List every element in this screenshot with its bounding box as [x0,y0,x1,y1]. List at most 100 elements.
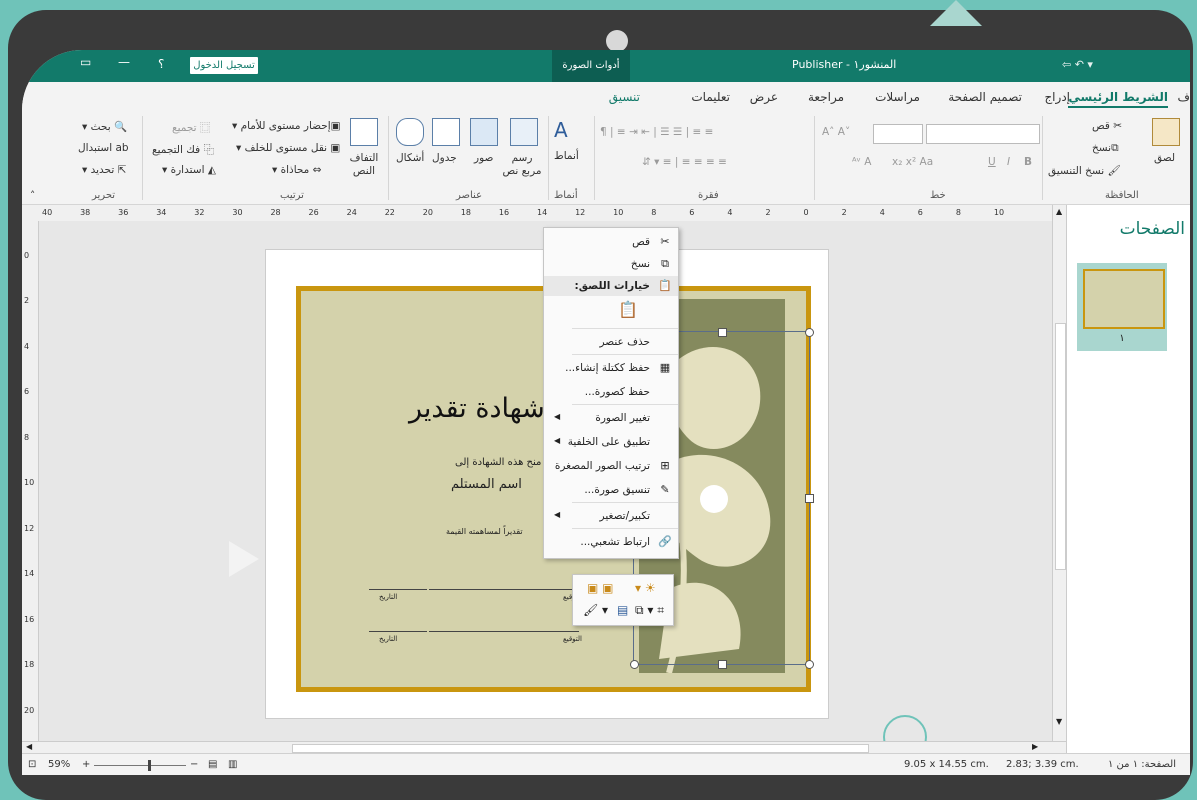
wrap-text-icon[interactable] [350,118,378,146]
underline-button[interactable]: U [988,156,996,168]
cut-button[interactable]: ✂ قص [1092,120,1122,132]
resize-handle[interactable] [630,660,639,669]
decorative-play-shape [229,541,259,577]
table-button[interactable]: جدول [432,152,457,164]
zoom-level[interactable]: 59% [48,759,70,770]
pictures-icon[interactable] [470,118,498,146]
paste-button[interactable]: لصق [1154,152,1175,164]
menu-item-save-building-block[interactable]: ▦ حفظ ككتلة إنشاء... [544,358,678,378]
bring-forward-icon[interactable]: ▣ ▣ [587,581,614,595]
paragraph-top-icons[interactable]: ¶ | ≡ ⇥ ⇤ | ☰ ☰ | ≡ ≡ [600,126,714,138]
copy-button[interactable]: ⧉نسخ [1092,142,1119,155]
tab-page-design[interactable]: تصميم الصفحة [948,90,1022,104]
italic-button[interactable]: I [1007,156,1010,168]
tab-mailings[interactable]: مراسلات [875,90,920,104]
table-icon[interactable] [432,118,460,146]
find-button[interactable]: 🔍 بحث ▾ [82,120,127,133]
tab-review[interactable]: مراجعة [808,90,844,104]
shapes-icon[interactable] [396,118,424,146]
tab-insert[interactable]: إدراج [1044,90,1070,104]
menu-item-hyperlink[interactable]: 🔗 ارتباط تشعبي... [544,532,678,552]
menu-item-zoom[interactable]: تكبير/تصغير ◀ [544,506,678,526]
menu-paste-options-label: خيارات اللصق: [574,280,650,292]
styles-button[interactable]: أنماط [554,150,579,162]
menu-item-apply-background[interactable]: تطبيق على الخلفية ◀ [544,432,678,452]
tab-help[interactable]: تعليمات [691,90,730,104]
resize-handle[interactable] [718,660,727,669]
resize-handle[interactable] [718,328,727,337]
scroll-right-icon[interactable]: ▶ [1032,742,1038,751]
certificate-line-1[interactable]: تم منح هذه الشهادة إلى [455,457,554,468]
send-backward-button[interactable]: ▣ نقل مستوى للخلف ▾ [236,142,340,154]
tab-view[interactable]: عرض [750,90,778,104]
quick-access-toolbar[interactable]: ⇦ ↶ ▾ [1062,58,1093,71]
ruler-tick: 10 [993,208,1005,217]
brightness-icon[interactable]: ▾ ☀ [635,581,656,595]
rotate-button[interactable]: ◭ استدارة ▾ [162,164,216,176]
select-button[interactable]: ⇱ تحديد ▾ [82,164,126,176]
shapes-button[interactable]: أشكال [396,152,424,164]
scroll-down-icon[interactable]: ▼ [1056,717,1062,726]
zoom-out-icon[interactable]: − [190,759,198,770]
menu-item-delete[interactable]: حذف عنصر [544,332,678,352]
styles-icon[interactable]: A [554,118,568,142]
scroll-up-icon[interactable]: ▲ [1056,207,1062,216]
single-page-view-icon[interactable]: ▤ [208,759,217,770]
zoom-slider[interactable] [94,765,186,766]
wrap-text-button[interactable]: التفاف النص [344,152,384,178]
tab-format[interactable]: تنسيق [609,90,640,104]
certificate-title[interactable]: شهادة تقدير [409,393,545,424]
menu-item-arrange-thumbnails[interactable]: ⊞ ترتيب الصور المصغرة [544,456,678,476]
scroll-left-icon[interactable]: ◀ [26,742,32,751]
resize-handle[interactable] [805,328,814,337]
ungroup-button[interactable]: ⿻ فك التجميع [152,142,214,157]
page-thumbnail[interactable]: ١ [1077,263,1167,351]
bold-button[interactable]: B [1024,156,1032,168]
resize-handle[interactable] [805,660,814,669]
align-button[interactable]: ⇔ محاذاة ▾ [272,164,321,176]
recolor-icon[interactable]: 🖌 ▾ [583,603,608,617]
vertical-scrollbar[interactable]: ▲ ▼ [1052,205,1067,741]
certificate-recipient[interactable]: اسم المستلم [451,477,522,492]
wrap-icon[interactable]: ▤ [617,603,628,617]
text-box-button[interactable]: رسم مربع نص [502,152,542,178]
bring-forward-button[interactable]: ▣إحضار مستوى للأمام ▾ [232,120,341,132]
minimize-button[interactable]: — [118,55,130,69]
resize-handle[interactable] [805,494,814,503]
fit-page-icon[interactable]: ⊡ [28,759,36,770]
menu-item-save-as-picture[interactable]: حفظ كصورة... [544,382,678,402]
paste-icon[interactable] [1152,118,1180,146]
menu-item-cut[interactable]: ✂ قص [544,232,678,252]
horizontal-scroll-thumb[interactable] [292,744,869,753]
sign-in-button[interactable]: تسجيل الدخول [190,57,258,74]
vertical-scroll-thumb[interactable] [1055,323,1066,570]
tab-home[interactable]: الشريط الرئيسي [1068,90,1168,108]
certificate-line-3[interactable]: تقديراً لمساهمته القيمة [446,527,523,536]
font-size-box[interactable] [873,124,923,144]
zoom-slider-knob[interactable] [148,760,151,771]
zoom-in-icon[interactable]: + [82,759,90,770]
tab-file[interactable]: ف [1178,90,1190,104]
menu-item-paste-keep[interactable]: 📋 [544,298,678,324]
pictures-button[interactable]: صور [474,152,493,164]
paragraph-bottom-icons[interactable]: ⇵ ▾ ≡ | ≡ ≡ ≡ ≡ [642,156,727,168]
title-bar: ▭ — ؟ تسجيل الدخول أدوات الصورة المنشور١… [22,50,1190,82]
crop-icon[interactable]: ⧉ ▾ ⌗ [635,603,664,618]
collapse-ribbon-icon[interactable]: ˄ [30,190,35,202]
submenu-arrow-icon: ◀ [554,436,561,445]
size-up-icon[interactable]: A˄ A˅ [822,126,850,138]
font-effects-icon[interactable]: x₂ x² Aa [892,156,933,168]
group-button[interactable]: ⿴ تجميع [172,120,210,135]
text-box-icon[interactable] [510,118,538,146]
two-page-view-icon[interactable]: ▥ [228,759,237,770]
format-painter-button[interactable]: 🖌 نسخ التنسيق [1048,164,1121,177]
replace-icon: ab [115,142,129,154]
font-color-icon[interactable]: ᴬᵛ A [852,156,871,168]
menu-item-copy[interactable]: ⧉ نسخ [544,254,678,274]
help-button[interactable]: ؟ [158,57,164,71]
replace-button[interactable]: ab استبدال [78,142,129,154]
font-name-box[interactable] [926,124,1040,144]
menu-item-change-picture[interactable]: تغيير الصورة ◀ [544,408,678,428]
menu-item-format-picture[interactable]: ✎ تنسيق صورة... [544,480,678,500]
send-backward-icon: ▣ [330,142,341,154]
